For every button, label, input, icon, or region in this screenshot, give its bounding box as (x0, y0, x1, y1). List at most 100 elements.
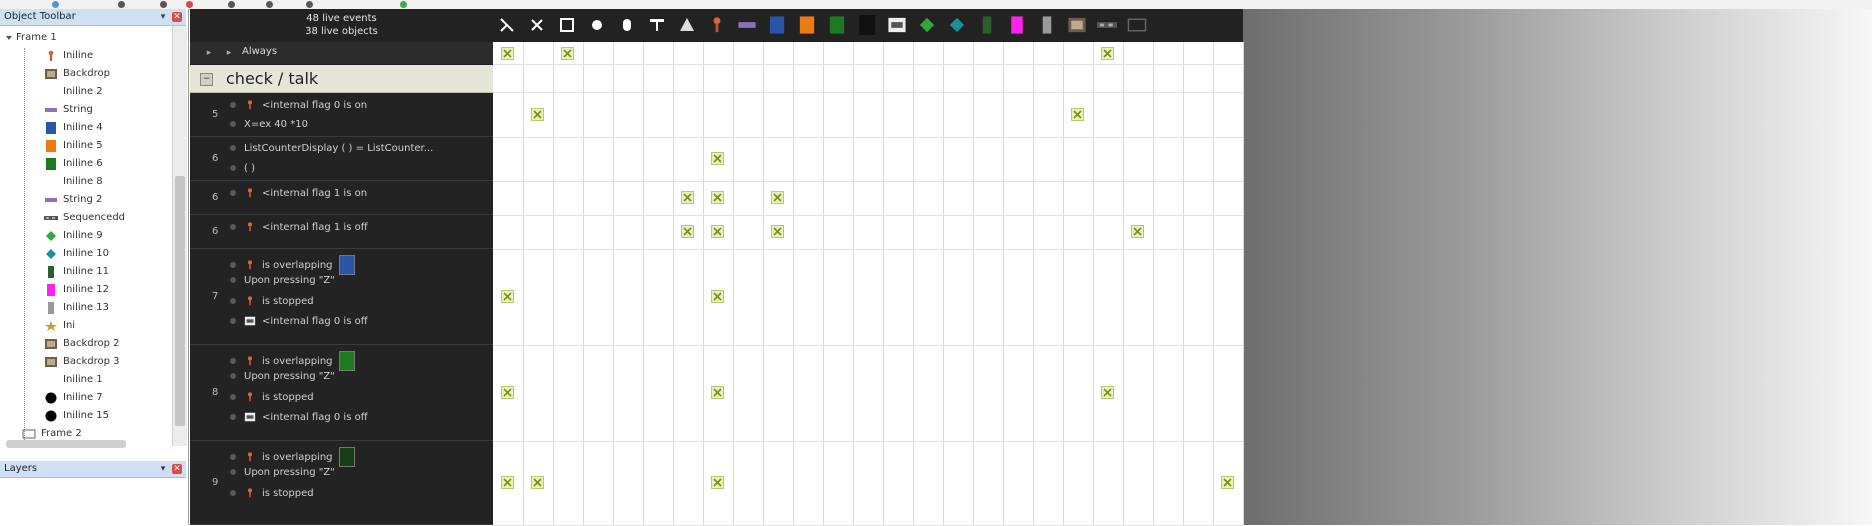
action-checkmark[interactable] (771, 225, 784, 238)
condition-bullet (230, 298, 236, 304)
tree-item-label: Frame 2 (41, 428, 82, 439)
action-checkmark[interactable] (771, 191, 784, 204)
black-square-icon[interactable] (857, 15, 877, 35)
timer-icon[interactable] (647, 15, 667, 35)
green-square-icon[interactable] (827, 15, 847, 35)
condition-line[interactable]: <internal flag 0 is off (230, 315, 368, 331)
tool-icon[interactable] (118, 1, 125, 8)
condition-bullet (230, 277, 236, 283)
condition-line[interactable]: ( ) (230, 163, 255, 179)
condition-line[interactable]: <internal flag 0 is off (230, 411, 368, 427)
condition-line[interactable]: <internal flag 1 is off (230, 221, 368, 237)
action-checkmark[interactable] (711, 152, 724, 165)
sequence-icon[interactable] (1097, 15, 1117, 35)
event-row[interactable]: 6 <internal flag 1 is off (190, 215, 493, 249)
action-checkmark[interactable] (1221, 476, 1234, 489)
dark-green-icon[interactable] (977, 15, 997, 35)
pin-icon[interactable]: ▾ (158, 12, 168, 22)
condition-line[interactable]: is overlapping (230, 255, 355, 275)
tool-icon[interactable] (266, 1, 273, 8)
action-checkmark[interactable] (531, 108, 544, 121)
backdrop-icon[interactable] (1067, 15, 1087, 35)
close-icon[interactable]: ✕ (172, 12, 182, 22)
special-icon[interactable] (527, 15, 547, 35)
action-checkmark[interactable] (681, 191, 694, 204)
event-row[interactable]: 6 <internal flag 1 is on (190, 181, 493, 215)
action-checkmark[interactable] (711, 290, 724, 303)
event-row[interactable]: 8 is overlapping Upon pressing "Z" is stopp… (190, 345, 493, 441)
condition-line[interactable]: is stopped (230, 391, 314, 407)
event-row[interactable]: 9 is overlapping Upon pressing "Z" is stopp… (190, 441, 493, 525)
action-checkmark[interactable] (1101, 47, 1114, 60)
action-checkmark[interactable] (561, 47, 574, 60)
action-checkmark[interactable] (1101, 386, 1114, 399)
action-checkmark[interactable] (711, 386, 724, 399)
tool-icon[interactable] (400, 1, 407, 8)
condition-line[interactable]: <internal flag 0 is on (230, 99, 367, 115)
action-checkmark[interactable] (711, 476, 724, 489)
action-checkmark[interactable] (1131, 225, 1144, 238)
blue-square-icon[interactable] (767, 15, 787, 35)
action-checkmark[interactable] (501, 290, 514, 303)
green-diamond-icon[interactable] (917, 15, 937, 35)
layers-titlebar[interactable]: Layers ▾ ✕ (0, 461, 186, 478)
condition-line[interactable]: is stopped (230, 487, 314, 503)
storyboard-icon[interactable] (557, 15, 577, 35)
teal-diamond-icon[interactable] (947, 15, 967, 35)
expand-icon[interactable] (4, 32, 14, 44)
event-row[interactable]: 6 ListCounterDisplay ( ) = ListCounter...… (190, 137, 493, 181)
condition-line[interactable]: is overlapping (230, 447, 355, 467)
expand-all-icon[interactable]: ▸ (224, 48, 234, 58)
string-icon[interactable] (737, 15, 757, 35)
record-icon[interactable] (186, 1, 193, 8)
magenta-icon[interactable] (1007, 15, 1027, 35)
event-number: 8 (212, 387, 219, 398)
condition-line[interactable]: is overlapping (230, 351, 355, 371)
pin-icon[interactable]: ▾ (158, 464, 168, 474)
action-checkmark[interactable] (1071, 108, 1084, 121)
condition-line[interactable]: ListCounterDisplay ( ) = ListCounter... (230, 143, 433, 159)
condition-line[interactable]: X=ex 40 *10 (230, 119, 308, 135)
tool-icon[interactable] (160, 1, 167, 8)
sound-icon[interactable] (587, 15, 607, 35)
orange-square-icon[interactable] (797, 15, 817, 35)
condition-bullet (230, 224, 236, 230)
action-checkmark[interactable] (531, 476, 544, 489)
action-checkmark[interactable] (711, 225, 724, 238)
active-icon (244, 187, 256, 199)
action-checkmark[interactable] (681, 225, 694, 238)
action-checkmark[interactable] (711, 191, 724, 204)
condition-line[interactable]: <internal flag 1 is on (230, 187, 367, 203)
string-icon (44, 194, 58, 206)
tool-icon[interactable] (306, 1, 313, 8)
event-row[interactable]: 7 is overlapping Upon pressing "Z" is stopp… (190, 249, 493, 345)
group-toggle-icon[interactable]: − (200, 73, 213, 86)
grid-column-line (1063, 42, 1064, 525)
collapse-all-icon[interactable]: ▸ (204, 48, 214, 58)
system-icon[interactable] (497, 15, 517, 35)
blue-square-icon (44, 122, 58, 134)
tree-item-label: Iniline 15 (63, 410, 110, 421)
gray-bar-icon[interactable] (1037, 15, 1057, 35)
always-event-label: Always (242, 46, 278, 57)
mouse-icon[interactable] (617, 15, 637, 35)
condition-line[interactable]: Upon pressing "Z" (230, 275, 335, 291)
event-row[interactable]: 5 <internal flag 0 is on X=ex 40 *10 (190, 93, 493, 137)
action-checkmark[interactable] (501, 476, 514, 489)
create-icon[interactable] (677, 15, 697, 35)
frame-icon[interactable] (1127, 15, 1147, 35)
close-icon[interactable]: ✕ (172, 464, 182, 474)
tool-icon[interactable] (228, 1, 235, 8)
tree-horizontal-scrollbar[interactable] (6, 440, 126, 448)
panel-titlebar[interactable]: Object Toolbar ▾ ✕ (0, 9, 186, 26)
condition-line[interactable]: Upon pressing "Z" (230, 467, 335, 483)
action-checkmark[interactable] (501, 47, 514, 60)
condition-line[interactable]: Upon pressing "Z" (230, 371, 335, 387)
tree-vertical-scrollbar[interactable] (172, 26, 187, 446)
tree-item-label: Iniline 12 (63, 284, 110, 295)
app-icon[interactable] (52, 1, 59, 8)
counter-icon[interactable] (887, 15, 907, 35)
active-icon[interactable] (707, 15, 727, 35)
action-checkmark[interactable] (501, 386, 514, 399)
condition-line[interactable]: is stopped (230, 295, 314, 311)
